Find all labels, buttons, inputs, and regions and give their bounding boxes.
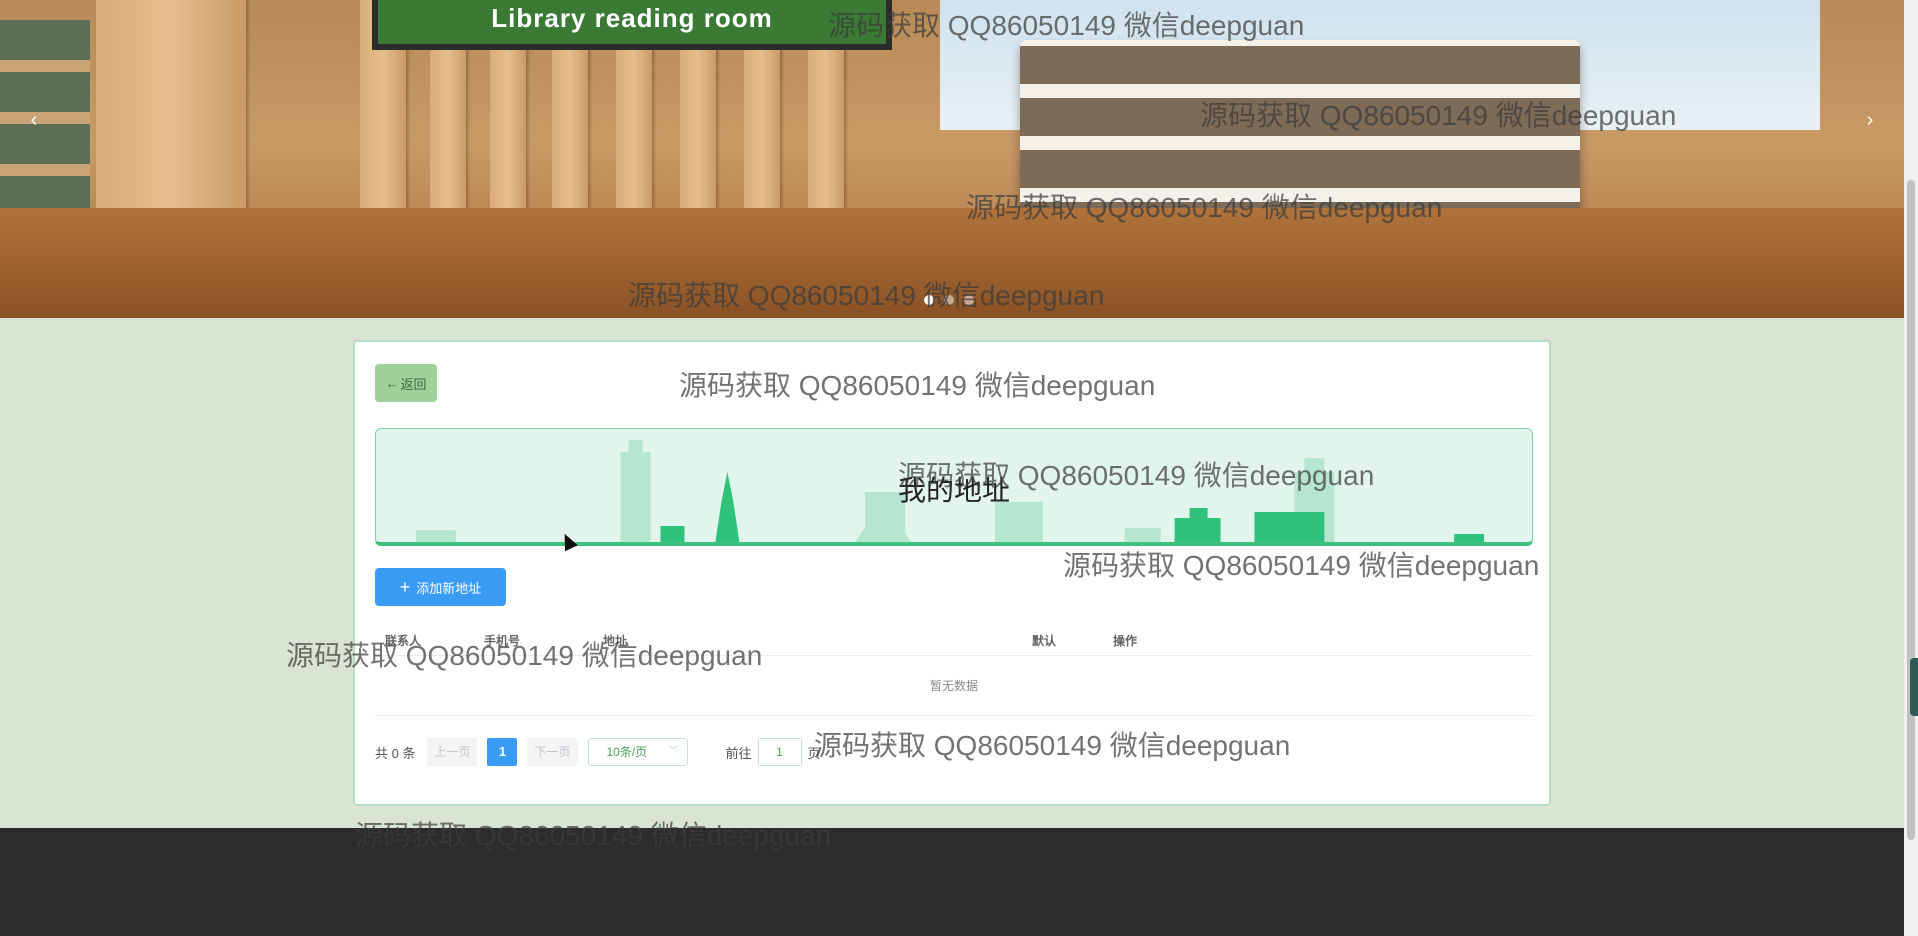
hero-banner: Library reading room ‹ › bbox=[0, 0, 1904, 318]
carousel-indicators bbox=[924, 295, 974, 305]
next-page-button[interactable]: 下一页 bbox=[527, 738, 578, 766]
banner-sign: Library reading room bbox=[372, 0, 892, 50]
table-empty-text: 暂无数据 bbox=[375, 656, 1533, 716]
carousel-prev-icon[interactable]: ‹ bbox=[22, 108, 46, 132]
pagination-total: 共 0 条 bbox=[375, 745, 416, 761]
column-header-address: 地址 bbox=[603, 634, 628, 648]
goto-page-input[interactable]: 1 bbox=[757, 738, 802, 766]
page-size-select[interactable]: 10条/页 ﹀ bbox=[587, 738, 688, 766]
page-size-value: 10条/页 bbox=[606, 745, 648, 759]
side-float-widget[interactable] bbox=[1910, 658, 1918, 716]
back-button-label: 返回 bbox=[400, 376, 427, 392]
plus-icon: + bbox=[399, 577, 411, 597]
carousel-next-icon[interactable]: › bbox=[1858, 108, 1882, 132]
page-number-button[interactable]: 1 bbox=[487, 738, 518, 766]
section-title: 我的地址 bbox=[898, 475, 1011, 506]
back-button[interactable]: ← 返回 bbox=[375, 364, 437, 402]
section-header: 我的地址 bbox=[375, 428, 1533, 546]
column-header-phone: 手机号 bbox=[484, 634, 521, 648]
address-card: ← 返回 我的地址 + 添加新地址 联系人 手机号 地址 默认 操作 暂无数据 … bbox=[353, 340, 1551, 806]
pagination: 共 0 条 上一页 1 下一页 10条/页 ﹀ 前往 1 页 bbox=[375, 738, 821, 766]
page-scrollbar[interactable] bbox=[1904, 0, 1918, 936]
add-address-label: 添加新地址 bbox=[416, 580, 482, 596]
arrow-left-icon: ← bbox=[385, 375, 399, 391]
footer bbox=[0, 828, 1904, 936]
add-address-button[interactable]: + 添加新地址 bbox=[375, 568, 506, 606]
carousel-dot[interactable] bbox=[944, 295, 954, 305]
column-header-actions: 操作 bbox=[1113, 634, 1138, 648]
prev-page-button[interactable]: 上一页 bbox=[427, 738, 478, 766]
carousel-dot[interactable] bbox=[964, 295, 974, 305]
column-header-contact: 联系人 bbox=[385, 634, 422, 648]
address-table: 联系人 手机号 地址 默认 操作 暂无数据 bbox=[375, 620, 1533, 716]
goto-suffix: 页 bbox=[807, 745, 821, 761]
goto-label: 前往 bbox=[725, 745, 752, 761]
scrollbar-thumb[interactable] bbox=[1907, 180, 1915, 840]
chevron-down-icon: ﹀ bbox=[668, 746, 679, 757]
column-header-default: 默认 bbox=[1032, 634, 1057, 648]
table-header: 联系人 手机号 地址 默认 操作 bbox=[375, 620, 1533, 656]
carousel-dot[interactable] bbox=[924, 295, 934, 305]
